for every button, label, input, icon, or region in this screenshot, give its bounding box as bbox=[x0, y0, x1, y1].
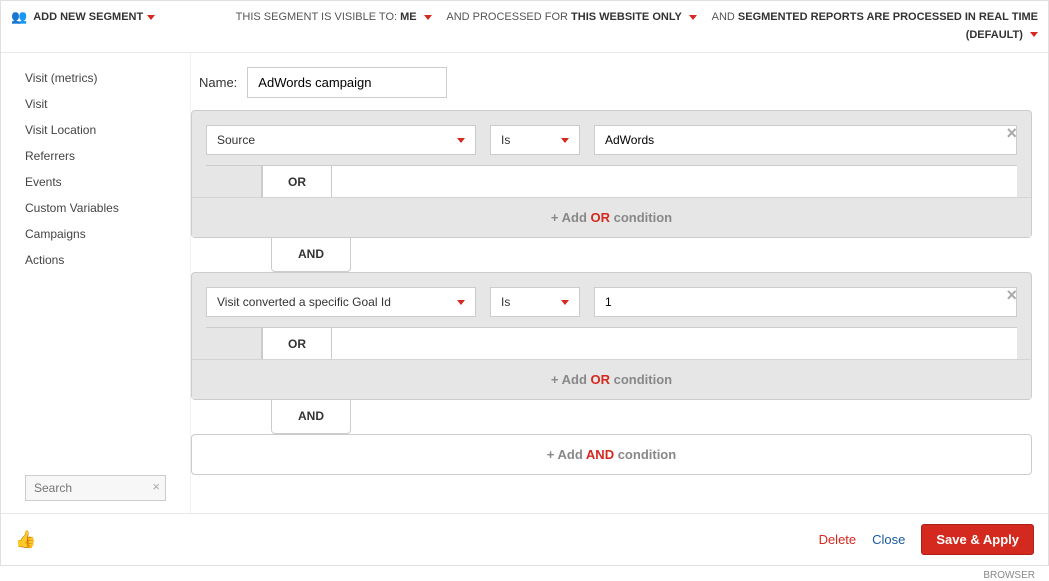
field-select[interactable]: Source bbox=[206, 125, 476, 155]
search-input[interactable] bbox=[25, 475, 166, 501]
and-connector: AND bbox=[191, 400, 1032, 434]
and-tab[interactable]: AND bbox=[271, 237, 351, 272]
content: Name: Source Is × bbox=[191, 53, 1048, 513]
add-segment-button[interactable]: 👥 ADD NEW SEGMENT bbox=[11, 9, 155, 25]
close-link[interactable]: Close bbox=[872, 532, 905, 547]
operator-select[interactable]: Is bbox=[490, 125, 580, 155]
sidebar-item-events[interactable]: Events bbox=[1, 169, 190, 195]
footer: 👍 Delete Close Save & Apply bbox=[1, 513, 1048, 565]
name-label: Name: bbox=[199, 75, 237, 90]
condition-row: Source Is × bbox=[192, 111, 1031, 165]
sidebar-item-visit-location[interactable]: Visit Location bbox=[1, 117, 190, 143]
save-apply-button[interactable]: Save & Apply bbox=[921, 524, 1034, 555]
chevron-down-icon bbox=[457, 300, 465, 305]
condition-row: Visit converted a specific Goal Id Is × bbox=[192, 273, 1031, 327]
field-select[interactable]: Visit converted a specific Goal Id bbox=[206, 287, 476, 317]
value-input[interactable] bbox=[594, 287, 1017, 317]
chevron-down-icon bbox=[689, 15, 697, 20]
processed-dropdown[interactable]: AND PROCESSED FOR THIS WEBSITE ONLY bbox=[446, 11, 700, 23]
add-segment-label: ADD NEW SEGMENT bbox=[33, 11, 143, 23]
sidebar-item-visit[interactable]: Visit bbox=[1, 91, 190, 117]
and-connector: AND bbox=[191, 238, 1032, 272]
realtime-dropdown[interactable]: AND SEGMENTED REPORTS ARE PROCESSED IN R… bbox=[712, 11, 1038, 41]
delete-link[interactable]: Delete bbox=[819, 532, 857, 547]
sidebar-item-custom-variables[interactable]: Custom Variables bbox=[1, 195, 190, 221]
search-box: × bbox=[25, 475, 166, 501]
sidebar-item-campaigns[interactable]: Campaigns bbox=[1, 221, 190, 247]
chevron-down-icon bbox=[424, 15, 432, 20]
add-or-button[interactable]: + Add OR condition bbox=[192, 197, 1031, 237]
top-bar: 👥 ADD NEW SEGMENT THIS SEGMENT IS VISIBL… bbox=[1, 1, 1048, 53]
visibility-dropdown[interactable]: THIS SEGMENT IS VISIBLE TO: ME bbox=[236, 11, 435, 23]
sidebar-item-actions[interactable]: Actions bbox=[1, 247, 190, 273]
or-connector: OR bbox=[192, 165, 1031, 197]
sidebar: Visit (metrics) Visit Visit Location Ref… bbox=[1, 53, 191, 513]
value-input[interactable] bbox=[594, 125, 1017, 155]
sidebar-item-referrers[interactable]: Referrers bbox=[1, 143, 190, 169]
remove-condition-icon[interactable]: × bbox=[1006, 123, 1017, 144]
add-or-button[interactable]: + Add OR condition bbox=[192, 359, 1031, 399]
chevron-down-icon bbox=[457, 138, 465, 143]
chevron-down-icon bbox=[147, 15, 155, 20]
or-tab[interactable]: OR bbox=[262, 327, 332, 359]
operator-select[interactable]: Is bbox=[490, 287, 580, 317]
top-bar-config: THIS SEGMENT IS VISIBLE TO: ME AND PROCE… bbox=[155, 9, 1038, 44]
remove-condition-icon[interactable]: × bbox=[1006, 285, 1017, 306]
chevron-down-icon bbox=[561, 138, 569, 143]
people-icon: 👥 bbox=[11, 9, 27, 25]
name-input[interactable] bbox=[247, 67, 447, 98]
segment-block: Visit converted a specific Goal Id Is × … bbox=[191, 272, 1032, 400]
and-tab[interactable]: AND bbox=[271, 399, 351, 434]
sidebar-item-visit-metrics[interactable]: Visit (metrics) bbox=[1, 65, 190, 91]
or-connector: OR bbox=[192, 327, 1031, 359]
chevron-down-icon bbox=[561, 300, 569, 305]
close-icon[interactable]: × bbox=[152, 479, 160, 494]
or-tab[interactable]: OR bbox=[262, 165, 332, 197]
background-hint: BROWSER bbox=[0, 566, 1049, 581]
add-and-button[interactable]: + Add AND condition bbox=[191, 434, 1032, 475]
chevron-down-icon bbox=[1030, 32, 1038, 37]
segment-block: Source Is × OR + Add OR condit bbox=[191, 110, 1032, 238]
thumbs-up-icon[interactable]: 👍 bbox=[15, 530, 36, 550]
